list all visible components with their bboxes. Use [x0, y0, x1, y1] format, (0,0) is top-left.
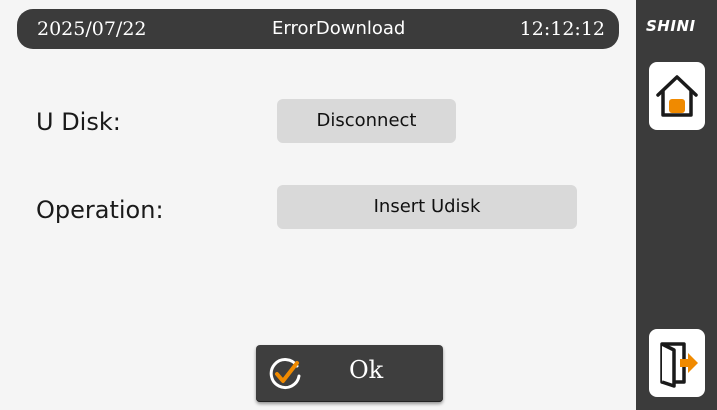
operation-status-field: Insert Udisk: [277, 185, 577, 229]
udisk-status-field: Disconnect: [277, 99, 456, 143]
udisk-label: U Disk:: [36, 108, 121, 136]
ok-button[interactable]: Ok: [256, 345, 443, 402]
header-time: 12:12:12: [519, 18, 605, 40]
title-bar: 2025/07/22 ErrorDownload 12:12:12: [17, 9, 619, 49]
check-circle-icon: [269, 358, 301, 390]
header-date: 2025/07/22: [37, 18, 147, 40]
home-button[interactable]: [649, 62, 705, 130]
exit-button[interactable]: [649, 329, 705, 397]
shini-logo: SHINI: [646, 17, 696, 35]
page-title: ErrorDownload: [272, 18, 406, 39]
sidebar: SHINI: [636, 0, 717, 410]
operation-label: Operation:: [36, 196, 164, 224]
home-icon: [656, 75, 698, 117]
ok-button-label: Ok: [349, 356, 384, 384]
main-panel: 2025/07/22 ErrorDownload 12:12:12 U Disk…: [0, 0, 636, 410]
exit-icon: [660, 342, 698, 388]
